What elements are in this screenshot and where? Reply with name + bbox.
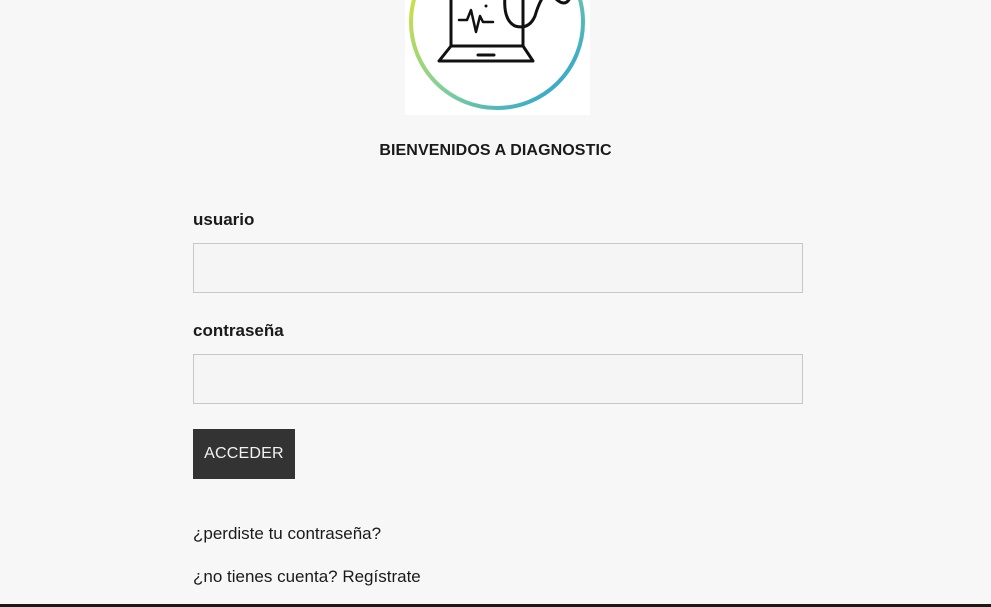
- username-input[interactable]: [193, 243, 803, 293]
- login-page: BIENVENIDOS A DIAGNOSTIC usuario contras…: [0, 0, 991, 607]
- welcome-heading: BIENVENIDOS A DIAGNOSTIC: [379, 142, 612, 159]
- register-link[interactable]: ¿no tienes cuenta? Regístrate: [193, 567, 421, 587]
- lost-password-link[interactable]: ¿perdiste tu contraseña?: [193, 524, 381, 544]
- laptop-stethoscope-icon: [409, 0, 585, 110]
- username-label: usuario: [193, 210, 255, 229]
- login-button[interactable]: ACCEDER: [193, 429, 295, 479]
- diagnostic-logo: [405, 0, 590, 115]
- password-input[interactable]: [193, 354, 803, 404]
- password-label: contraseña: [193, 321, 284, 340]
